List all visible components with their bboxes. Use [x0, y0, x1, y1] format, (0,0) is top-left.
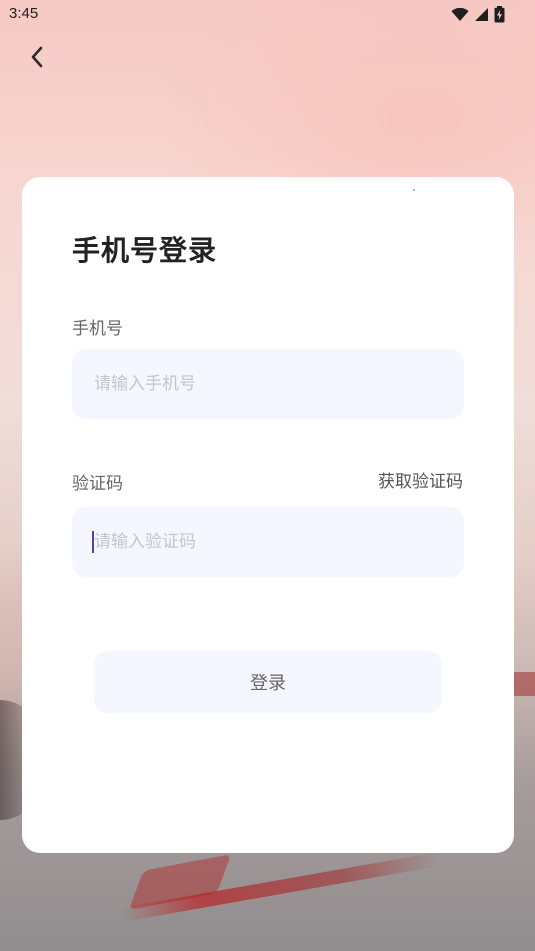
page-title: 手机号登录 [72, 234, 218, 267]
code-input-container [72, 507, 464, 577]
chevron-left-icon [30, 46, 44, 72]
card-dot [413, 189, 415, 191]
status-icons [451, 6, 505, 27]
phone-input-container [72, 349, 464, 419]
code-label: 验证码 [72, 474, 123, 494]
login-button[interactable]: 登录 [94, 651, 442, 713]
wifi-icon [451, 7, 469, 26]
phone-input[interactable] [94, 349, 464, 419]
status-bar: 3:45 [0, 0, 535, 30]
get-code-button[interactable]: 获取验证码 [378, 467, 463, 492]
battery-charging-icon [494, 6, 505, 27]
login-card: 手机号登录 手机号 验证码 获取验证码 登录 [22, 177, 514, 853]
status-time: 3:45 [9, 5, 39, 22]
signal-icon [474, 7, 489, 26]
code-input[interactable] [94, 507, 464, 577]
phone-label: 手机号 [72, 319, 123, 339]
back-button[interactable] [22, 44, 52, 74]
